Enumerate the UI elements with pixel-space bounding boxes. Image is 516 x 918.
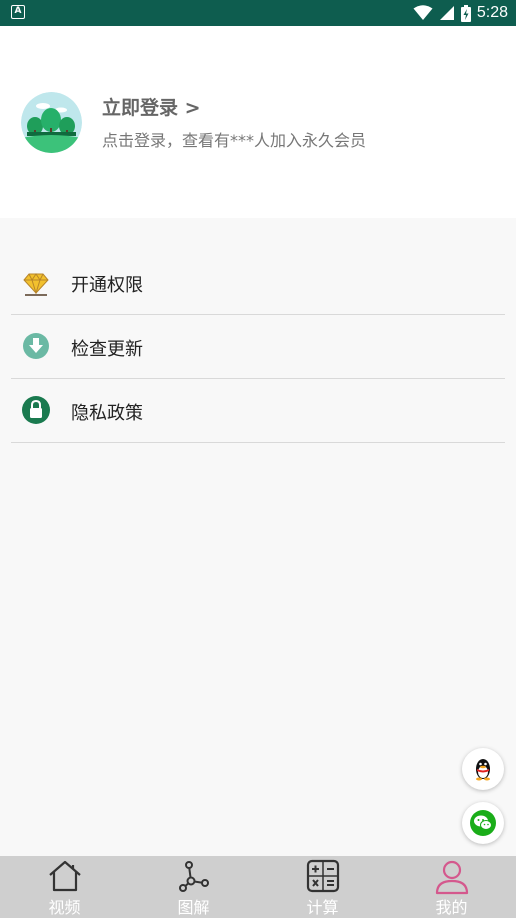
bottom-tab-bar: 视频 图解 计算 我的 xyxy=(0,856,516,918)
system-icons: 5:28 xyxy=(413,3,508,23)
qq-penguin-icon xyxy=(476,759,490,781)
tab-label: 计算 xyxy=(306,898,339,917)
home-icon xyxy=(48,860,81,892)
tab-diagram[interactable]: 图解 xyxy=(129,856,258,918)
menu-item-open-permission[interactable]: 开通权限 xyxy=(11,251,505,315)
calculator-icon xyxy=(306,859,339,893)
diamond-icon xyxy=(23,273,49,296)
tab-label: 我的 xyxy=(435,898,468,917)
tab-label: 图解 xyxy=(177,898,210,917)
battery-charging-icon xyxy=(460,4,471,22)
settings-menu: 开通权限 检查更新 隐私政策 xyxy=(11,251,505,443)
profile-header[interactable]: 立即登录 > 点击登录，查看有***人加入永久会员 xyxy=(0,26,516,218)
lock-circle-icon xyxy=(22,396,50,424)
tab-video[interactable]: 视频 xyxy=(0,856,129,918)
menu-item-label: 开通权限 xyxy=(71,275,143,296)
signal-icon xyxy=(439,6,454,20)
app-notification-icon: A xyxy=(11,5,25,19)
qq-share-button[interactable] xyxy=(462,748,504,790)
status-bar: A 5:28 xyxy=(0,0,516,26)
menu-item-label: 隐私政策 xyxy=(71,403,143,424)
wechat-share-button[interactable] xyxy=(462,802,504,844)
graph-nodes-icon xyxy=(178,861,209,892)
tab-label: 视频 xyxy=(48,898,81,917)
login-link[interactable]: 立即登录 > xyxy=(102,93,201,120)
clock: 5:28 xyxy=(476,4,508,21)
menu-item-check-update[interactable]: 检查更新 xyxy=(11,315,505,379)
wechat-icon xyxy=(470,810,496,836)
tab-mine[interactable]: 我的 xyxy=(387,856,516,918)
tab-calculate[interactable]: 计算 xyxy=(258,856,387,918)
download-circle-icon xyxy=(23,333,49,359)
forest-avatar-icon[interactable] xyxy=(21,92,82,153)
menu-item-privacy-policy[interactable]: 隐私政策 xyxy=(11,379,505,443)
menu-item-label: 检查更新 xyxy=(71,339,143,360)
login-subtitle: 点击登录，查看有***人加入永久会员 xyxy=(102,131,367,150)
wifi-icon xyxy=(413,5,433,20)
user-icon xyxy=(435,860,468,895)
